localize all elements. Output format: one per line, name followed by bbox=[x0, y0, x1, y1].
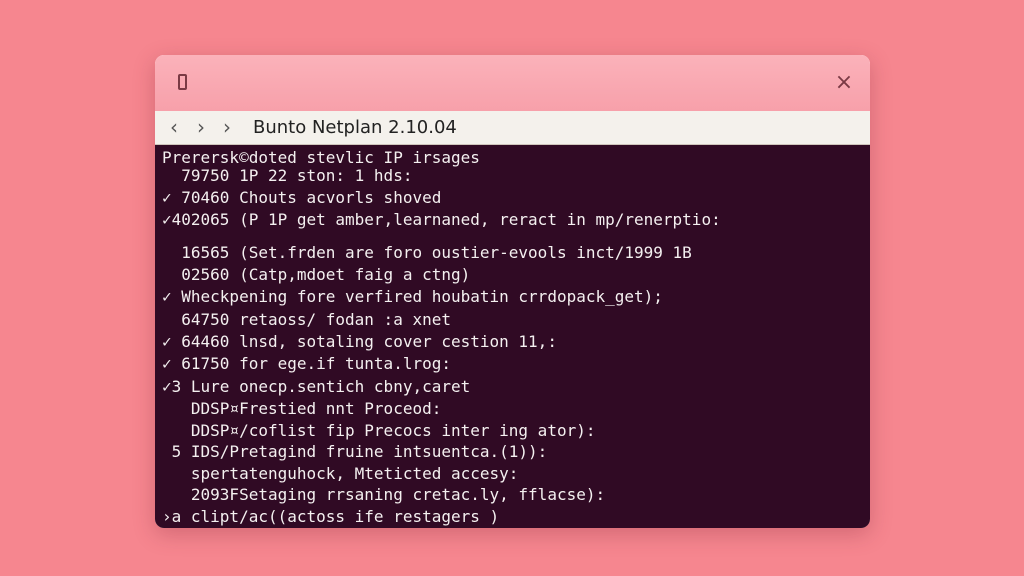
terminal-line: ✓402065 (P 1P get amber,learnaned, rerac… bbox=[162, 210, 721, 229]
chevron-right-icon[interactable]: › bbox=[216, 115, 238, 139]
terminal-line: 5 IDS/Pretagind fruine intsuentca.(1)): bbox=[162, 442, 548, 461]
terminal-line: ✓ 64460 lnsd, sotaling cover cestion 11,… bbox=[162, 332, 557, 351]
navigation-bar: ‹ › › Bunto Netplan 2.10.04 bbox=[155, 111, 870, 145]
terminal-prompt-line[interactable]: ›a clipt/ac((actoss ife restagers ) bbox=[162, 507, 499, 527]
chevron-right-icon[interactable]: › bbox=[190, 115, 212, 139]
terminal-window: × ‹ › › Bunto Netplan 2.10.04 Prerersk©d… bbox=[155, 55, 870, 528]
terminal-line: 16565 (Set.frden are foro oustier-evools… bbox=[162, 243, 692, 262]
window-title: Bunto Netplan 2.10.04 bbox=[253, 117, 457, 138]
terminal-line: 2093FSetaging rrsaning cretac.ly, fflacs… bbox=[162, 485, 606, 504]
terminal-line: DDSP¤Frestied nnt Proceod: bbox=[162, 399, 442, 418]
terminal-line: spertatenguhock, Mteticted accesy: bbox=[162, 464, 519, 483]
terminal-line: 79750 1P 22 ston: 1 hds: bbox=[162, 166, 413, 185]
terminal-line: 02560 (Catp,mdoet faig a ctng) bbox=[162, 265, 471, 284]
title-bar[interactable]: × bbox=[155, 55, 870, 111]
terminal-output[interactable]: Prerersk©doted stevlic IP irsages 79750 … bbox=[155, 145, 870, 528]
window-app-icon bbox=[178, 74, 187, 90]
close-icon[interactable]: × bbox=[832, 71, 856, 95]
terminal-line: ✓3 Lure onecp.sentich cbny,caret bbox=[162, 377, 471, 396]
terminal-line: ✓ Wheckpening fore verfired houbatin crr… bbox=[162, 287, 663, 306]
chevron-left-icon[interactable]: ‹ bbox=[163, 115, 185, 139]
terminal-line: Prerersk©doted stevlic IP irsages bbox=[162, 148, 480, 167]
terminal-line: 64750 retaoss/ fodan :a xnet bbox=[162, 310, 451, 329]
terminal-line: ✓ 61750 for ege.if tunta.lrog: bbox=[162, 354, 451, 373]
terminal-line: ✓ 70460 Chouts acvorls shoved bbox=[162, 188, 442, 207]
terminal-line: DDSP¤/coflist fip Precocs inter ing ator… bbox=[162, 421, 596, 440]
